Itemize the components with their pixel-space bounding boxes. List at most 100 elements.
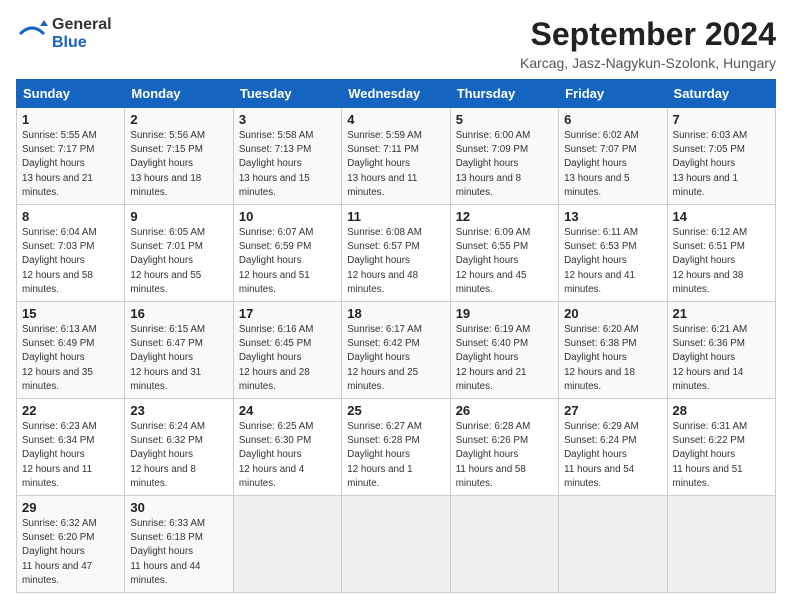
day-number: 15 bbox=[22, 306, 119, 321]
table-row: 26 Sunrise: 6:28 AM Sunset: 6:26 PM Dayl… bbox=[450, 399, 558, 496]
day-info: Sunrise: 6:19 AM Sunset: 6:40 PM Dayligh… bbox=[456, 323, 553, 394]
table-row: 8 Sunrise: 6:04 AM Sunset: 7:03 PM Dayli… bbox=[17, 205, 125, 302]
empty-cell bbox=[233, 496, 341, 593]
day-info: Sunrise: 6:29 AM Sunset: 6:24 PM Dayligh… bbox=[564, 420, 661, 491]
day-number: 17 bbox=[239, 306, 336, 321]
col-monday: Monday bbox=[125, 80, 233, 108]
title-block: September 2024 Karcag, Jasz-Nagykun-Szol… bbox=[520, 16, 776, 71]
day-info: Sunrise: 6:31 AM Sunset: 6:22 PM Dayligh… bbox=[673, 420, 770, 491]
table-row: 21 Sunrise: 6:21 AM Sunset: 6:36 PM Dayl… bbox=[667, 302, 775, 399]
day-info: Sunrise: 5:56 AM Sunset: 7:15 PM Dayligh… bbox=[130, 129, 227, 200]
table-row: 1 Sunrise: 5:55 AM Sunset: 7:17 PM Dayli… bbox=[17, 108, 125, 205]
day-number: 20 bbox=[564, 306, 661, 321]
week-row: 29 Sunrise: 6:32 AM Sunset: 6:20 PM Dayl… bbox=[17, 496, 776, 593]
day-number: 21 bbox=[673, 306, 770, 321]
day-info: Sunrise: 6:21 AM Sunset: 6:36 PM Dayligh… bbox=[673, 323, 770, 394]
col-thursday: Thursday bbox=[450, 80, 558, 108]
table-row: 6 Sunrise: 6:02 AM Sunset: 7:07 PM Dayli… bbox=[559, 108, 667, 205]
table-row: 27 Sunrise: 6:29 AM Sunset: 6:24 PM Dayl… bbox=[559, 399, 667, 496]
empty-cell bbox=[667, 496, 775, 593]
table-row: 5 Sunrise: 6:00 AM Sunset: 7:09 PM Dayli… bbox=[450, 108, 558, 205]
logo-general: General bbox=[52, 16, 112, 34]
day-number: 28 bbox=[673, 403, 770, 418]
table-row: 17 Sunrise: 6:16 AM Sunset: 6:45 PM Dayl… bbox=[233, 302, 341, 399]
day-info: Sunrise: 6:15 AM Sunset: 6:47 PM Dayligh… bbox=[130, 323, 227, 394]
day-number: 8 bbox=[22, 209, 119, 224]
location: Karcag, Jasz-Nagykun-Szolonk, Hungary bbox=[520, 55, 776, 71]
col-sunday: Sunday bbox=[17, 80, 125, 108]
day-number: 10 bbox=[239, 209, 336, 224]
day-number: 9 bbox=[130, 209, 227, 224]
header-row: Sunday Monday Tuesday Wednesday Thursday… bbox=[17, 80, 776, 108]
week-row: 22 Sunrise: 6:23 AM Sunset: 6:34 PM Dayl… bbox=[17, 399, 776, 496]
day-info: Sunrise: 6:33 AM Sunset: 6:18 PM Dayligh… bbox=[130, 517, 227, 588]
day-info: Sunrise: 6:20 AM Sunset: 6:38 PM Dayligh… bbox=[564, 323, 661, 394]
day-info: Sunrise: 6:03 AM Sunset: 7:05 PM Dayligh… bbox=[673, 129, 770, 200]
table-row: 30 Sunrise: 6:33 AM Sunset: 6:18 PM Dayl… bbox=[125, 496, 233, 593]
table-row: 4 Sunrise: 5:59 AM Sunset: 7:11 PM Dayli… bbox=[342, 108, 450, 205]
day-number: 26 bbox=[456, 403, 553, 418]
day-number: 13 bbox=[564, 209, 661, 224]
table-row: 9 Sunrise: 6:05 AM Sunset: 7:01 PM Dayli… bbox=[125, 205, 233, 302]
table-row: 23 Sunrise: 6:24 AM Sunset: 6:32 PM Dayl… bbox=[125, 399, 233, 496]
day-number: 3 bbox=[239, 112, 336, 127]
day-info: Sunrise: 6:32 AM Sunset: 6:20 PM Dayligh… bbox=[22, 517, 119, 588]
table-row: 2 Sunrise: 5:56 AM Sunset: 7:15 PM Dayli… bbox=[125, 108, 233, 205]
day-info: Sunrise: 6:04 AM Sunset: 7:03 PM Dayligh… bbox=[22, 226, 119, 297]
day-number: 12 bbox=[456, 209, 553, 224]
table-row: 25 Sunrise: 6:27 AM Sunset: 6:28 PM Dayl… bbox=[342, 399, 450, 496]
day-info: Sunrise: 6:09 AM Sunset: 6:55 PM Dayligh… bbox=[456, 226, 553, 297]
table-row: 12 Sunrise: 6:09 AM Sunset: 6:55 PM Dayl… bbox=[450, 205, 558, 302]
day-number: 11 bbox=[347, 209, 444, 224]
logo-svg bbox=[16, 18, 48, 50]
day-info: Sunrise: 6:25 AM Sunset: 6:30 PM Dayligh… bbox=[239, 420, 336, 491]
day-info: Sunrise: 6:00 AM Sunset: 7:09 PM Dayligh… bbox=[456, 129, 553, 200]
empty-cell bbox=[342, 496, 450, 593]
table-row: 20 Sunrise: 6:20 AM Sunset: 6:38 PM Dayl… bbox=[559, 302, 667, 399]
day-number: 7 bbox=[673, 112, 770, 127]
day-info: Sunrise: 5:58 AM Sunset: 7:13 PM Dayligh… bbox=[239, 129, 336, 200]
calendar-table: Sunday Monday Tuesday Wednesday Thursday… bbox=[16, 79, 776, 593]
col-wednesday: Wednesday bbox=[342, 80, 450, 108]
month-title: September 2024 bbox=[520, 16, 776, 53]
page-header: General Blue September 2024 Karcag, Jasz… bbox=[16, 16, 776, 71]
logo: General Blue bbox=[16, 16, 112, 51]
week-row: 1 Sunrise: 5:55 AM Sunset: 7:17 PM Dayli… bbox=[17, 108, 776, 205]
day-number: 16 bbox=[130, 306, 227, 321]
empty-cell bbox=[559, 496, 667, 593]
day-info: Sunrise: 6:13 AM Sunset: 6:49 PM Dayligh… bbox=[22, 323, 119, 394]
empty-cell bbox=[450, 496, 558, 593]
day-number: 22 bbox=[22, 403, 119, 418]
table-row: 15 Sunrise: 6:13 AM Sunset: 6:49 PM Dayl… bbox=[17, 302, 125, 399]
table-row: 11 Sunrise: 6:08 AM Sunset: 6:57 PM Dayl… bbox=[342, 205, 450, 302]
day-info: Sunrise: 6:23 AM Sunset: 6:34 PM Dayligh… bbox=[22, 420, 119, 491]
day-number: 19 bbox=[456, 306, 553, 321]
col-friday: Friday bbox=[559, 80, 667, 108]
table-row: 14 Sunrise: 6:12 AM Sunset: 6:51 PM Dayl… bbox=[667, 205, 775, 302]
day-info: Sunrise: 6:07 AM Sunset: 6:59 PM Dayligh… bbox=[239, 226, 336, 297]
logo-blue: Blue bbox=[52, 34, 112, 52]
day-number: 6 bbox=[564, 112, 661, 127]
day-number: 14 bbox=[673, 209, 770, 224]
day-info: Sunrise: 6:27 AM Sunset: 6:28 PM Dayligh… bbox=[347, 420, 444, 491]
table-row: 18 Sunrise: 6:17 AM Sunset: 6:42 PM Dayl… bbox=[342, 302, 450, 399]
table-row: 22 Sunrise: 6:23 AM Sunset: 6:34 PM Dayl… bbox=[17, 399, 125, 496]
day-number: 25 bbox=[347, 403, 444, 418]
table-row: 10 Sunrise: 6:07 AM Sunset: 6:59 PM Dayl… bbox=[233, 205, 341, 302]
day-number: 27 bbox=[564, 403, 661, 418]
day-info: Sunrise: 5:59 AM Sunset: 7:11 PM Dayligh… bbox=[347, 129, 444, 200]
table-row: 7 Sunrise: 6:03 AM Sunset: 7:05 PM Dayli… bbox=[667, 108, 775, 205]
day-number: 18 bbox=[347, 306, 444, 321]
day-info: Sunrise: 6:28 AM Sunset: 6:26 PM Dayligh… bbox=[456, 420, 553, 491]
day-number: 24 bbox=[239, 403, 336, 418]
table-row: 3 Sunrise: 5:58 AM Sunset: 7:13 PM Dayli… bbox=[233, 108, 341, 205]
table-row: 29 Sunrise: 6:32 AM Sunset: 6:20 PM Dayl… bbox=[17, 496, 125, 593]
table-row: 19 Sunrise: 6:19 AM Sunset: 6:40 PM Dayl… bbox=[450, 302, 558, 399]
day-info: Sunrise: 6:12 AM Sunset: 6:51 PM Dayligh… bbox=[673, 226, 770, 297]
day-number: 4 bbox=[347, 112, 444, 127]
day-number: 23 bbox=[130, 403, 227, 418]
day-info: Sunrise: 6:02 AM Sunset: 7:07 PM Dayligh… bbox=[564, 129, 661, 200]
day-info: Sunrise: 6:17 AM Sunset: 6:42 PM Dayligh… bbox=[347, 323, 444, 394]
table-row: 16 Sunrise: 6:15 AM Sunset: 6:47 PM Dayl… bbox=[125, 302, 233, 399]
week-row: 15 Sunrise: 6:13 AM Sunset: 6:49 PM Dayl… bbox=[17, 302, 776, 399]
